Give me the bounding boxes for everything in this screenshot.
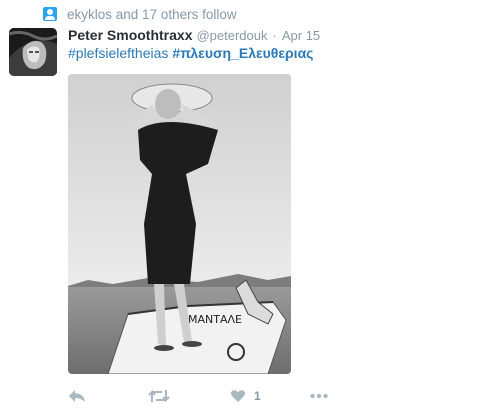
boat-name-text: ΜΑΝΤΑΛΕ: [188, 313, 242, 326]
avatar[interactable]: [9, 28, 57, 76]
author-username[interactable]: @peterdouk: [196, 28, 267, 43]
photo-image: ΜΑΝΤΑΛΕ: [68, 74, 291, 374]
more-button[interactable]: [310, 385, 328, 407]
reply-button[interactable]: [68, 385, 86, 407]
author-fullname[interactable]: Peter Smoothtraxx: [68, 27, 192, 43]
tweet[interactable]: ekyklos and 17 others follow Peter Smoot…: [0, 0, 497, 413]
heart-icon: [231, 390, 245, 402]
like-count: 1: [254, 389, 261, 403]
follow-person-icon: [43, 7, 57, 21]
tweet-timestamp[interactable]: Apr 15: [282, 28, 320, 43]
retweet-button[interactable]: [148, 385, 170, 407]
retweet-icon: [148, 389, 170, 403]
reply-icon: [69, 390, 85, 402]
tweet-photo[interactable]: ΜΑΝΤΑΛΕ: [68, 74, 291, 374]
tweet-header: Peter Smoothtraxx @peterdouk · Apr 15: [68, 27, 320, 43]
social-context: ekyklos and 17 others follow: [43, 5, 237, 23]
like-button[interactable]: 1: [230, 385, 261, 407]
social-context-text[interactable]: ekyklos and 17 others follow: [67, 7, 237, 22]
more-dots-icon: [310, 393, 328, 399]
tweet-text: #plefsieleftheias #πλευση_Ελευθεριας: [68, 45, 313, 61]
tweet-actions: 1: [68, 385, 338, 407]
avatar-image: [9, 28, 57, 76]
header-separator: ·: [272, 28, 277, 43]
hashtag-link[interactable]: #plefsieleftheias: [68, 45, 168, 61]
hashtag-link[interactable]: #πλευση_Ελευθεριας: [172, 45, 313, 61]
